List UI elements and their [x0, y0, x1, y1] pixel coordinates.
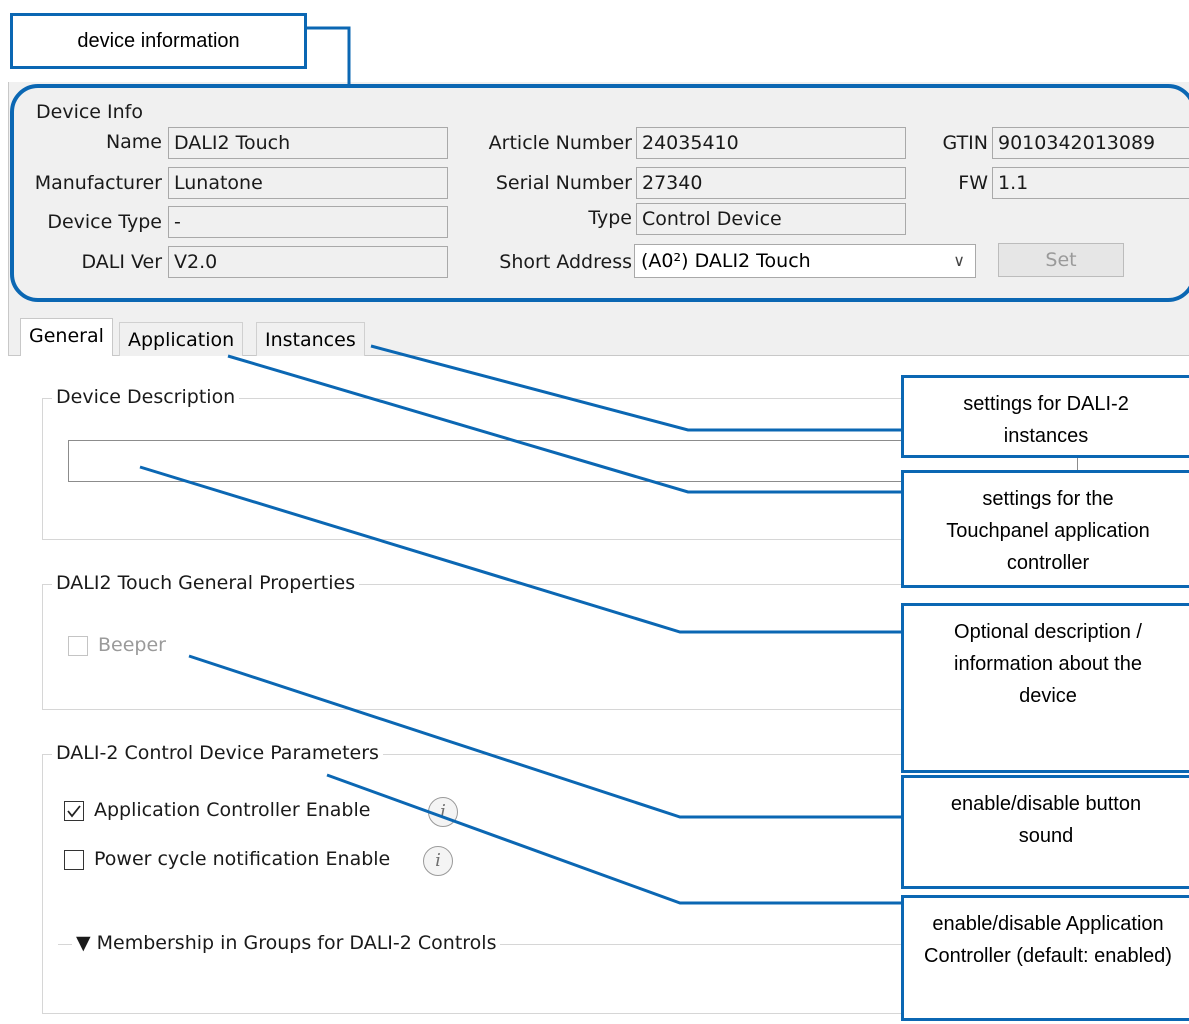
- fw-label: FW: [958, 172, 988, 194]
- description-callout: Optional description / information about…: [901, 603, 1189, 773]
- manufacturer-field[interactable]: Lunatone: [168, 167, 448, 199]
- gtin-label: GTIN: [942, 132, 988, 154]
- type-label: Type: [588, 207, 632, 229]
- article-number-label: Article Number: [488, 132, 632, 154]
- power-cycle-label: Power cycle notification Enable: [94, 848, 391, 870]
- gtin-field[interactable]: 9010342013089: [992, 127, 1189, 159]
- manufacturer-label: Manufacturer: [34, 172, 162, 194]
- tab-application[interactable]: Application: [119, 322, 244, 356]
- tab-general[interactable]: General: [20, 318, 113, 356]
- dali-ver-label: DALI Ver: [81, 251, 162, 273]
- name-label: Name: [105, 131, 162, 153]
- article-number-field[interactable]: 24035410: [636, 127, 906, 159]
- tab-instances[interactable]: Instances: [256, 322, 365, 356]
- power-cycle-checkbox[interactable]: [64, 850, 84, 870]
- app-controller-checkbox[interactable]: [64, 801, 84, 821]
- device-type-label: Device Type: [47, 211, 162, 233]
- control-params-title: DALI-2 Control Device Parameters: [52, 742, 383, 764]
- touch-properties-title: DALI2 Touch General Properties: [52, 572, 360, 594]
- device-type-field[interactable]: -: [168, 206, 448, 238]
- name-field[interactable]: DALI2 Touch: [168, 127, 448, 159]
- type-field[interactable]: Control Device: [636, 203, 906, 235]
- beeper-callout: enable/disable button sound: [901, 775, 1189, 889]
- serial-number-label: Serial Number: [495, 172, 632, 194]
- info-icon[interactable]: i: [428, 797, 458, 827]
- serial-number-field[interactable]: 27340: [636, 167, 906, 199]
- instances-callout: settings for DALI-2 instances: [901, 375, 1189, 458]
- checkmark-icon: [67, 805, 81, 818]
- set-button[interactable]: Set: [998, 243, 1124, 277]
- membership-toggle[interactable]: ▼ Membership in Groups for DALI-2 Contro…: [72, 932, 501, 954]
- device-description-title: Device Description: [52, 386, 240, 408]
- dali-ver-field[interactable]: V2.0: [168, 246, 448, 278]
- application-callout: settings for the Touchpanel application …: [901, 470, 1189, 588]
- chevron-down-icon: ∨: [953, 251, 965, 270]
- short-address-label: Short Address: [499, 251, 632, 273]
- app-controller-callout: enable/disable Application Controller (d…: [901, 895, 1189, 1021]
- device-info-connector: [307, 26, 351, 86]
- app-controller-label: Application Controller Enable: [94, 799, 371, 821]
- fw-field[interactable]: 1.1: [992, 167, 1189, 199]
- short-address-value: (A0²) DALI2 Touch: [641, 250, 811, 272]
- device-info-title: Device Info: [36, 101, 143, 123]
- short-address-select[interactable]: (A0²) DALI2 Touch ∨: [634, 244, 976, 278]
- beeper-checkbox[interactable]: [68, 636, 88, 656]
- beeper-label: Beeper: [98, 634, 166, 656]
- info-icon[interactable]: i: [423, 846, 453, 876]
- device-information-callout: device information: [10, 13, 307, 69]
